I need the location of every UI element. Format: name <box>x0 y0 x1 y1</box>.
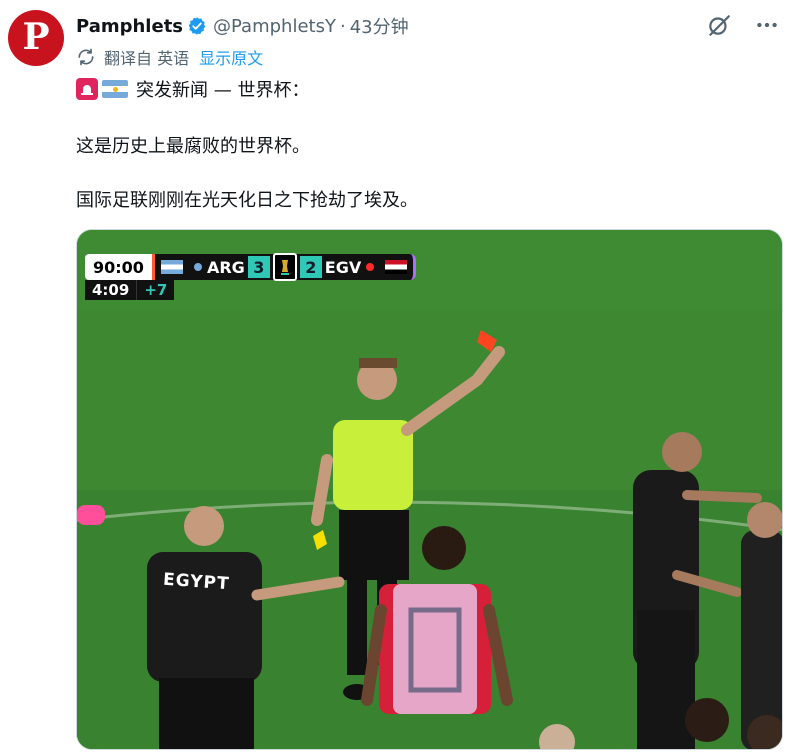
more-icon[interactable] <box>754 12 780 38</box>
scoreboard: 90:00 ARG 3 2 EGV <box>85 253 417 281</box>
avatar[interactable]: P <box>8 10 64 66</box>
stoppage-time: 4:09 <box>85 280 137 300</box>
avatar-letter: P <box>22 16 50 58</box>
siren-emoji-icon <box>76 78 98 100</box>
handle[interactable]: @PamphletsY <box>213 16 336 37</box>
stoppage-time-bar: 4:09 +7 <box>85 280 175 300</box>
header-actions <box>706 12 780 38</box>
trophy-icon <box>272 253 297 281</box>
away-score: 2 <box>299 256 322 278</box>
tweet-text-headline: 突发新闻 — 世界杯： <box>136 80 310 101</box>
display-name[interactable]: Pamphlets <box>76 16 183 37</box>
show-original-link[interactable]: 显示原文 <box>199 45 263 69</box>
home-team: ARG <box>206 257 245 277</box>
team-color-dot-icon <box>193 263 202 271</box>
separator-dot: · <box>339 15 346 37</box>
tweet-text-line-2: 这是历史上最腐败的世界杯。 <box>76 136 310 157</box>
verified-badge-icon <box>188 17 206 35</box>
argentina-flag-icon <box>102 80 128 98</box>
tweet-header: Pamphlets @PamphletsY · 43分钟 <box>76 12 780 40</box>
teams-bar: ARG 3 2 EGV <box>151 253 417 281</box>
match-photo <box>77 230 782 749</box>
team-color-dot-icon <box>366 263 375 271</box>
tweet-text-line-1: 突发新闻 — 世界杯： <box>76 76 309 102</box>
grok-icon[interactable] <box>706 12 732 38</box>
added-time: +7 <box>136 280 175 300</box>
tweet-media-image[interactable]: 90:00 ARG 3 2 EGV 4:09 +7 EGYPT <box>76 229 783 750</box>
translate-icon <box>78 48 94 66</box>
away-team: EGV <box>324 257 362 277</box>
timestamp[interactable]: 43分钟 <box>350 13 409 39</box>
egypt-flag-icon <box>385 260 408 274</box>
translation-row: 翻译自 英语 显示原文 <box>76 45 263 69</box>
match-clock: 90:00 <box>85 254 152 280</box>
tweet-text-line-3: 国际足联刚刚在光天化日之下抢劫了埃及。 <box>76 190 418 211</box>
translated-from-label: 翻译自 英语 <box>104 49 190 68</box>
home-score: 3 <box>247 256 270 278</box>
argentina-flag-icon <box>160 260 183 274</box>
